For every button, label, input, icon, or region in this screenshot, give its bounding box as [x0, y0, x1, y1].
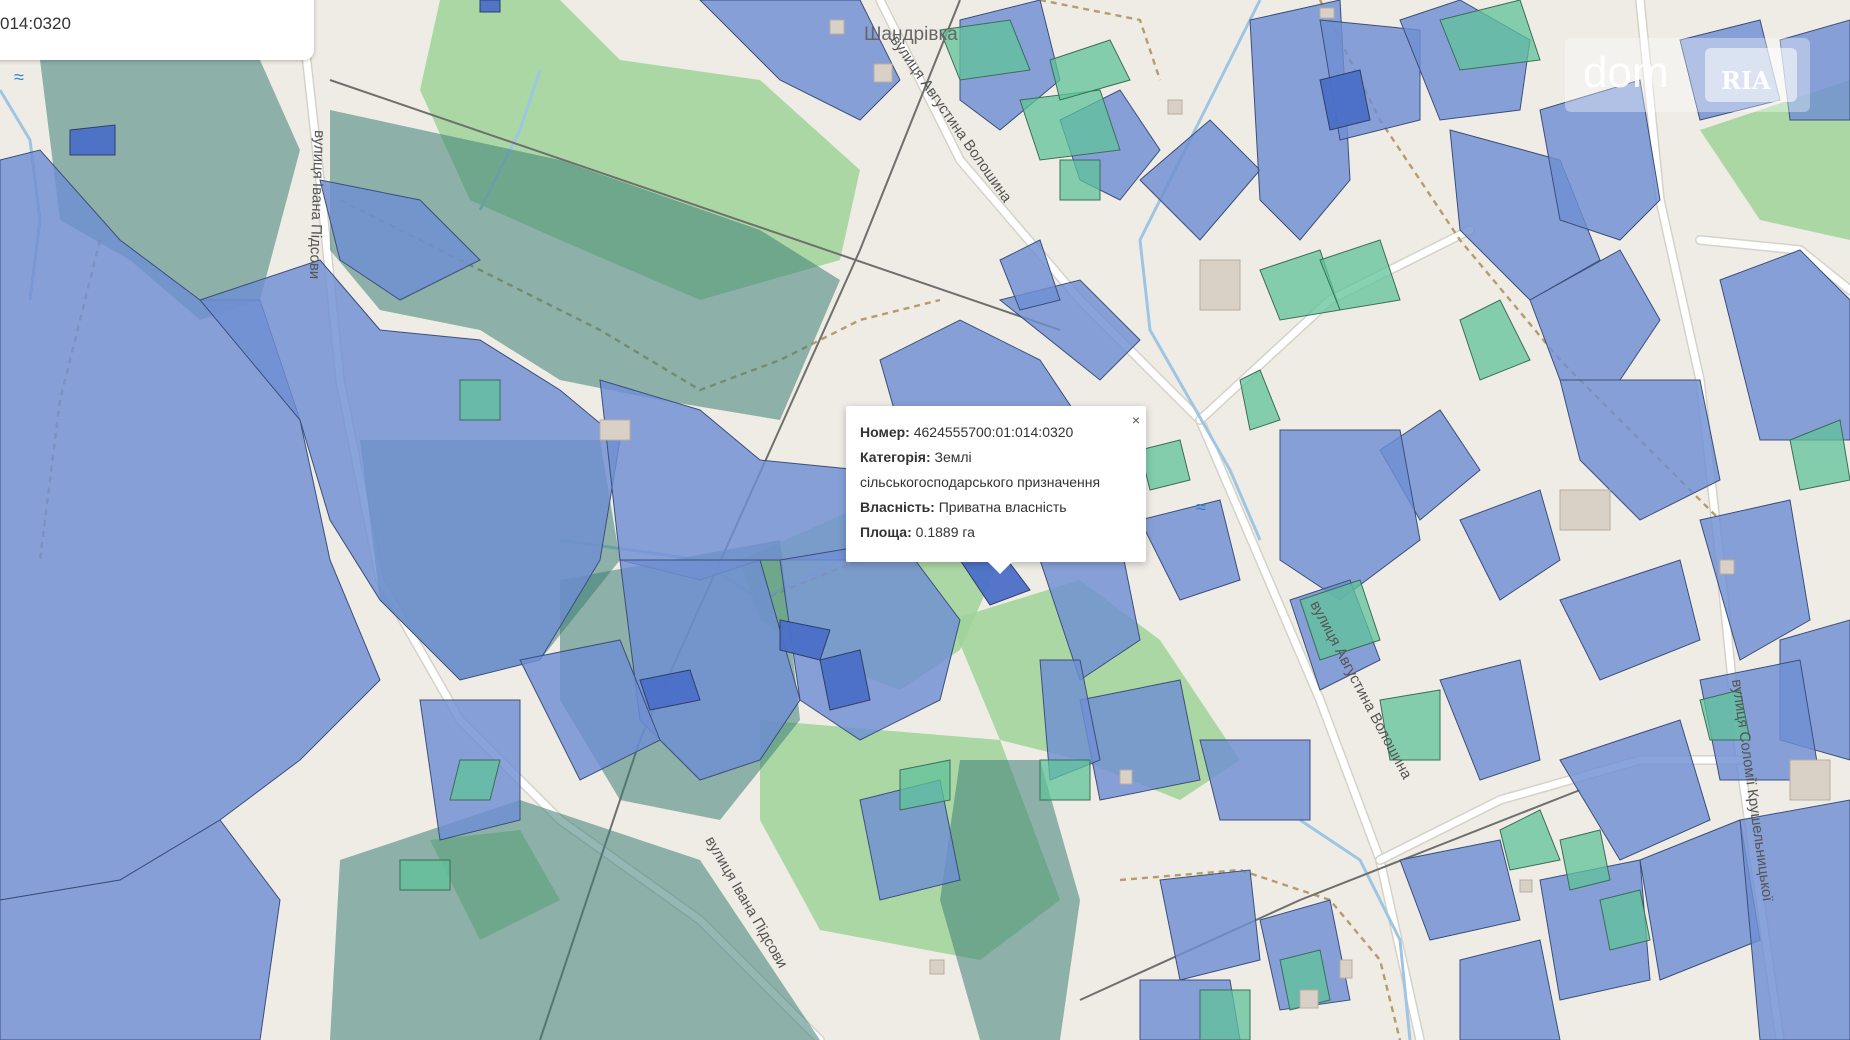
- category-value-2: сільськогосподарського призначення: [860, 474, 1101, 490]
- area-value: 0.1889 га: [915, 524, 975, 540]
- category-value-1: Землі: [934, 449, 972, 465]
- watermark-ria: RIA: [1721, 66, 1771, 95]
- category-label: Категорія:: [860, 449, 931, 465]
- popup-number-row: Номер: 4624555700:01:014:0320: [860, 420, 1132, 445]
- watermark-dom: dom: [1583, 48, 1669, 97]
- waterfall-icon[interactable]: ≈: [8, 66, 30, 88]
- popup-area-row: Площа: 0.1889 га: [860, 520, 1132, 545]
- ownership-label: Власність:: [860, 499, 935, 515]
- close-icon[interactable]: ×: [1132, 408, 1140, 433]
- parcel-info-popup: × Номер: 4624555700:01:014:0320 Категорі…: [846, 406, 1146, 562]
- popup-pointer: [986, 560, 1014, 574]
- watermark-ria-badge: RIA: [1705, 48, 1797, 102]
- place-label: Шандрівка: [864, 24, 958, 45]
- number-label: Номер:: [860, 424, 910, 440]
- parcel-search-box[interactable]: 014:0320: [0, 0, 314, 60]
- popup-ownership-row: Власність: Приватна власність: [860, 495, 1132, 520]
- search-value[interactable]: 014:0320: [0, 14, 71, 34]
- waterfall-icon[interactable]: ≈: [1190, 496, 1212, 518]
- number-value: 4624555700:01:014:0320: [913, 424, 1074, 440]
- popup-category-row: Категорія: Землі: [860, 445, 1132, 470]
- watermark-logo: dom RIA: [1565, 38, 1810, 112]
- ownership-value: Приватна власність: [938, 499, 1067, 515]
- area-label: Площа:: [860, 524, 912, 540]
- popup-category-row-2: сільськогосподарського призначення: [860, 470, 1132, 495]
